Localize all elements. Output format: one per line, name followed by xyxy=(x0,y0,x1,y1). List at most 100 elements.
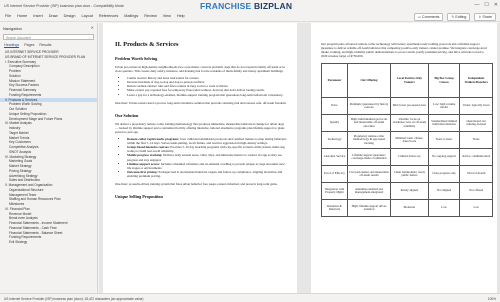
table-cell: None xyxy=(459,131,493,150)
subheading-solution: Our Solution xyxy=(115,112,139,118)
brand-logo-part1: FRANCHISE xyxy=(200,1,254,11)
table-cell: Variable; focus on obedience; less on of… xyxy=(390,114,429,133)
bullet-item: Remote-collar rapid results programs: Us… xyxy=(127,137,287,145)
brand-logo: FRANCHISE BIZPLAN xyxy=(200,1,292,11)
section-heading: II. Products & Services xyxy=(115,41,179,48)
bullet-list: Canine reactive history and lease restri… xyxy=(127,76,287,96)
tab-pages[interactable]: Pages xyxy=(24,43,34,48)
table-cell: Mid; fewer per-session fees xyxy=(390,97,429,116)
table-header-cell: Big Box Group Classes xyxy=(427,63,461,99)
table-row: Integration with Property Mgmt Amenities-… xyxy=(321,182,493,201)
table-header-cell: Parameter xyxy=(321,63,348,99)
table-cell: Integration with Property Mgmt xyxy=(321,182,348,201)
minimize-button[interactable]: — xyxy=(474,1,479,9)
bullet-item: Mobile progress tracking: Delivers daily… xyxy=(127,153,287,161)
brand-logo-part2: BIZPLAN xyxy=(253,1,293,11)
nav-tabs: Headings Pages Results xyxy=(4,43,97,48)
nav-close-icon[interactable]: ✕ xyxy=(91,25,94,30)
paragraph: One-liner: Urban owners need a proven, l… xyxy=(115,100,287,105)
tab-review[interactable]: Review xyxy=(144,14,156,18)
table-cell: No ongoing support xyxy=(427,148,461,167)
nav-search-placeholder: Search document xyxy=(6,35,31,40)
table-cell: Quality xyxy=(321,114,348,133)
table-cell: Low; high volume model xyxy=(427,97,461,116)
table-cell: Low xyxy=(459,199,493,218)
table-cell: Retention & Referrals xyxy=(321,199,348,218)
table-cell: Word of mouth xyxy=(459,165,493,184)
table-cell: None to basic xyxy=(427,131,461,150)
tab-results[interactable]: Results xyxy=(39,43,51,48)
comparison-table: Parameter Our Offering Local Positive-Only… xyxy=(321,63,493,218)
table-row: Proof of Efficacy Live park demos and mea… xyxy=(321,165,493,184)
comments-label: Comments xyxy=(422,15,440,19)
ribbon-tabs: File Home Insert Draw Design Layout Refe… xyxy=(0,11,500,22)
tab-home[interactable]: Home xyxy=(17,14,27,18)
table-cell: Live park demos and measurable off-leash… xyxy=(346,165,392,184)
table-cell: Class progress only xyxy=(427,165,461,184)
table-cell: Low xyxy=(427,199,461,218)
table-cell: Varies; typically lower xyxy=(459,97,493,116)
search-icon: ⌕ xyxy=(89,35,91,40)
table-cell: Amenities-enabled and management-integra… xyxy=(346,182,392,201)
share-button[interactable]: ⇪ Share xyxy=(474,13,496,21)
page-left: II. Products & Services Problem Worth So… xyxy=(103,23,297,293)
close-button[interactable]: ✕ xyxy=(494,1,498,9)
nav-title: Navigation xyxy=(3,26,22,31)
editing-button[interactable]: ✎ Editing xyxy=(447,13,471,21)
table-row: Quality High; individualized protocols an… xyxy=(321,114,493,133)
status-text: US Internet Service Provider (ISP) busin… xyxy=(4,296,144,301)
table-cell: Limited follow-up xyxy=(390,148,429,167)
table-header-row: Parameter Our Offering Local Positive-Only… xyxy=(321,63,493,99)
table-cell: Customer Service xyxy=(321,148,348,167)
table-cell: Minimal; basic clicker-based tools xyxy=(390,131,429,150)
tab-headings[interactable]: Headings xyxy=(4,43,20,48)
bullet-item: Leave a gap for a technology-enabled, li… xyxy=(127,93,287,97)
table-cell: Technology xyxy=(321,131,348,150)
table-header-cell: Local Positive-Only Trainers xyxy=(390,63,429,99)
window-controls: — ☐ ✕ xyxy=(474,1,498,9)
tab-mailings[interactable]: Mailings xyxy=(124,14,138,18)
tab-insert[interactable]: Insert xyxy=(33,14,43,18)
document-area[interactable]: II. Products & Services Problem Worth So… xyxy=(99,23,500,293)
table-cell: Client testimonials; rarely public demos xyxy=(390,165,429,184)
table-cell: Premium; guaranteed by history reasons xyxy=(346,97,392,116)
table-cell: Not offered xyxy=(459,182,493,201)
tab-draw[interactable]: Draw xyxy=(49,14,58,18)
paragraph: We deliver a proprietary remote-collar t… xyxy=(115,121,285,134)
tab-layout[interactable]: Layout xyxy=(81,14,92,18)
table-cell: Operational; not training-focused xyxy=(459,114,493,133)
paragraph: One-liner: A results-driven training sys… xyxy=(115,181,278,186)
table-cell: Not aligned xyxy=(427,182,461,201)
comments-button[interactable]: ▭ Comments xyxy=(413,13,444,21)
maximize-button[interactable]: ☐ xyxy=(484,1,488,9)
table-row: Customer Service Lifetime support guarant… xyxy=(321,148,493,167)
bullet-item: Lifetime support access: Includes schedu… xyxy=(127,162,287,170)
nav-heading-item[interactable]: Exit Strategy xyxy=(0,240,97,245)
bullet-list: Remote-collar rapid results programs: Us… xyxy=(127,137,287,178)
table-row: Retention & Referrals High; lifetime supp… xyxy=(321,199,493,218)
table-cell: Standardized; limited individual attenti… xyxy=(427,114,461,133)
page-right: Our program pairs advanced remote-collar… xyxy=(311,23,497,293)
table-row: Price Premium; guaranteed by history reas… xyxy=(321,97,493,116)
nav-heading-item[interactable]: US BRAND OF INTERNET SERVICE PROVIDER PL… xyxy=(0,55,97,60)
tab-help[interactable]: Help xyxy=(177,14,185,18)
table-cell: High; individualized protocols and measu… xyxy=(346,114,392,133)
table-cell: Proprietary remote-collar methodology & … xyxy=(346,131,392,150)
tab-file[interactable]: File xyxy=(5,14,11,18)
table-cell: Rarely aligned xyxy=(390,182,429,201)
table-cell: Moderate xyxy=(390,199,429,218)
tab-view[interactable]: View xyxy=(163,14,171,18)
bullet-item: Make owners pay repeated fees for tempor… xyxy=(127,88,287,92)
paragraph: Our program pairs advanced remote-collar… xyxy=(321,42,487,59)
nav-search-input[interactable]: Search document ⌕ xyxy=(3,34,94,40)
bullet-item: Outcome-first pricing: Packages tied to … xyxy=(127,170,287,178)
navigation-pane: Navigation ✕ Search document ⌕ Headings … xyxy=(0,23,98,293)
tab-design[interactable]: Design xyxy=(64,14,76,18)
share-label: Share xyxy=(482,15,492,19)
zoom-level[interactable]: 100% xyxy=(488,297,496,301)
table-cell: Lifetime support guarantee; concierge-ma… xyxy=(346,148,392,167)
table-row: Technology Proprietary remote-collar meth… xyxy=(321,131,493,150)
tab-references[interactable]: References xyxy=(99,14,118,18)
bullet-item: Group-based intensive courses: Provides … xyxy=(127,145,287,153)
table-cell: Ad hoc communication xyxy=(459,148,493,167)
